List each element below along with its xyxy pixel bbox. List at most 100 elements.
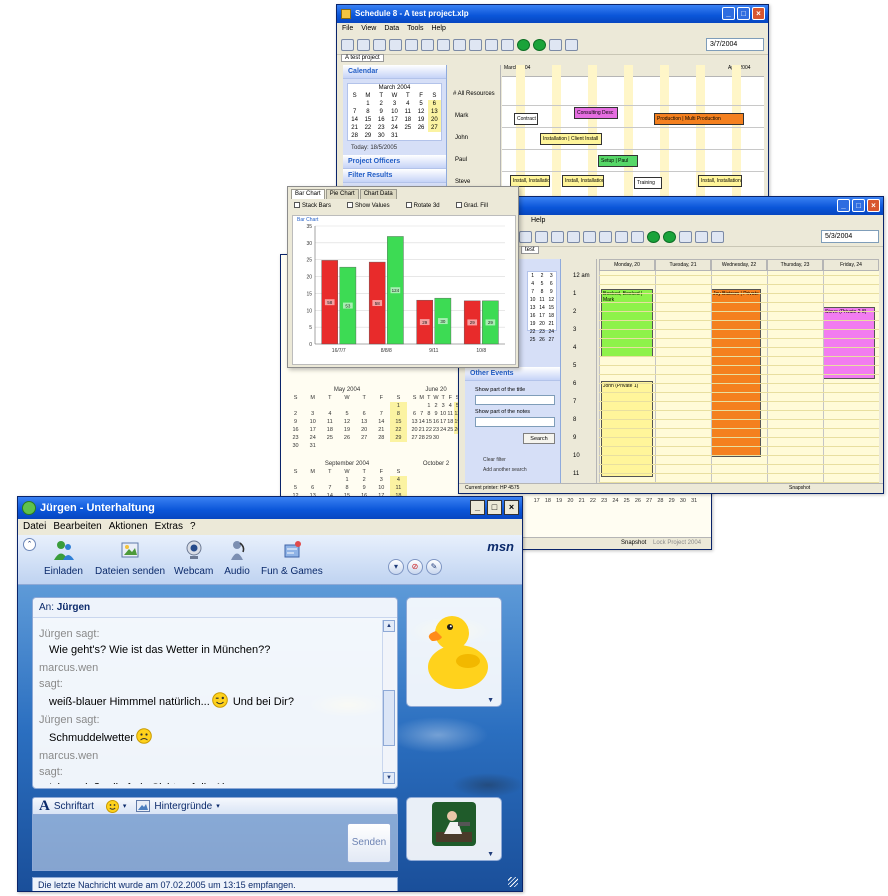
menu-tools[interactable]: Tools [407, 23, 423, 35]
calendar-day[interactable]: 10 [373, 484, 390, 492]
calendar-day[interactable]: 9 [356, 484, 373, 492]
calendar-day[interactable]: 17 [304, 426, 321, 434]
calendar-day[interactable]: 22 [425, 426, 432, 434]
webcam-button[interactable]: Webcam [174, 539, 213, 577]
menu-aktionen[interactable]: Aktionen [109, 519, 148, 535]
calendar-day[interactable]: 21 [547, 320, 556, 328]
calendar-day[interactable]: 17 [537, 312, 546, 320]
list-icon[interactable] [551, 230, 564, 243]
backgrounds-button[interactable]: Hintergründe [154, 801, 212, 812]
calendar-day[interactable]: 1 [361, 100, 374, 108]
emoticon-dropdown-icon[interactable]: ▾ [123, 802, 127, 810]
calendar-day[interactable]: 21 [418, 426, 425, 434]
calendar-day[interactable]: 19 [528, 320, 537, 328]
calendar-day[interactable]: 25 [528, 336, 537, 344]
calendar-day[interactable]: 26 [414, 124, 427, 132]
calendar-day[interactable]: 27 [356, 434, 373, 442]
calendar-day[interactable]: 26 [632, 497, 643, 505]
send-button[interactable]: Senden [347, 823, 391, 863]
gantt-task[interactable]: Contract [514, 113, 538, 125]
panel-section-officers[interactable]: Project Officers [343, 155, 446, 169]
mini-calendar-grid[interactable]: 1 2 3 4 5 6 7 8 9 10 11 12 13 14 15 16 17 18 19 20 21 22 23 24 2… [528, 272, 556, 344]
calendar-day[interactable]: 14 [418, 418, 425, 426]
calendar-day[interactable]: 1 [338, 476, 355, 484]
calendar-day[interactable]: 14 [373, 418, 390, 426]
calendar-day[interactable]: 30 [677, 497, 688, 505]
calendar-day[interactable]: 16 [432, 418, 439, 426]
calendar-day[interactable]: 3 [440, 402, 447, 410]
calendar-day[interactable]: 15 [389, 418, 407, 426]
calendar-day[interactable]: 29 [666, 497, 677, 505]
gantt-task[interactable]: Training [634, 177, 662, 189]
minimize-button[interactable]: _ [470, 500, 485, 515]
panel-header[interactable]: Other Events [465, 367, 560, 381]
calendar-day[interactable]: 30 [287, 442, 304, 450]
audio-button[interactable]: Audio [224, 539, 250, 577]
emoticon-icon[interactable] [105, 799, 119, 813]
menu-help[interactable]: Help [531, 215, 545, 227]
calendar-day[interactable]: 18 [447, 418, 454, 426]
calendar-day[interactable]: 4 [389, 476, 407, 484]
tab-pie-chart[interactable]: Pie Chart [325, 189, 359, 199]
calendar-day[interactable]: 11 [401, 108, 414, 116]
calendar-day[interactable]: 24 [440, 426, 447, 434]
calendar-day[interactable]: 19 [338, 426, 355, 434]
calendar-day[interactable]: 4 [447, 402, 454, 410]
view-gantt-icon[interactable] [535, 230, 548, 243]
print-icon[interactable] [565, 38, 578, 51]
calendar-day[interactable]: 25 [321, 434, 338, 442]
gantt-task[interactable]: Setup | Paul [598, 155, 638, 167]
print-icon[interactable] [695, 230, 708, 243]
calendar-day[interactable]: 29 [361, 132, 374, 140]
date-picker[interactable]: 3/7/2004 [706, 38, 764, 51]
view-day-icon[interactable] [373, 38, 386, 51]
calendar-day[interactable]: 1 [528, 272, 537, 280]
calendar-day[interactable]: 11 [389, 484, 407, 492]
calendar-day[interactable]: 27 [427, 124, 441, 132]
panel-section-filter[interactable]: Filter Results [343, 169, 446, 183]
calendar-day[interactable]: 13 [427, 108, 441, 116]
calendar-day[interactable]: 2 [356, 476, 373, 484]
forward-icon[interactable] [663, 230, 676, 243]
calendar-day[interactable]: 6 [547, 280, 556, 288]
calendar-day[interactable]: 12 [414, 108, 427, 116]
calendar-day[interactable]: 10 [388, 108, 401, 116]
calendar-day[interactable]: 16 [375, 116, 388, 124]
scroll-thumb[interactable] [383, 690, 395, 746]
maximize-button[interactable]: □ [487, 500, 502, 515]
calendar-day[interactable]: 20 [356, 426, 373, 434]
calendar-day[interactable]: 25 [401, 124, 414, 132]
settings-icon[interactable] [485, 38, 498, 51]
calendar-day[interactable]: 15 [547, 304, 556, 312]
notes-filter-input[interactable] [475, 417, 555, 427]
message-compose-area[interactable]: Senden [32, 815, 398, 871]
calendar-day[interactable]: 29 [389, 434, 407, 442]
back-icon[interactable] [517, 38, 530, 51]
scroll-up-icon[interactable]: ▲ [383, 620, 395, 632]
calendar-day[interactable]: 22 [389, 426, 407, 434]
calendar-day[interactable]: 5 [537, 280, 546, 288]
calendar-day[interactable]: 26 [537, 336, 546, 344]
find-icon[interactable] [679, 230, 692, 243]
send-files-button[interactable]: Dateien senden [95, 539, 165, 577]
gantt-task[interactable]: Install, Installation [698, 175, 742, 187]
filter-icon[interactable] [469, 38, 482, 51]
calendar-day[interactable]: 16 [287, 426, 304, 434]
gantt-task[interactable]: Install, Installation [562, 175, 604, 187]
calendar-day[interactable]: 30 [375, 132, 388, 140]
menu-view[interactable]: View [361, 23, 376, 35]
collapse-icon[interactable]: ⌃ [23, 538, 36, 551]
calendar-day[interactable]: 31 [304, 442, 321, 450]
calendar-day[interactable]: 26 [338, 434, 355, 442]
back-icon[interactable] [647, 230, 660, 243]
today-label[interactable]: Today: 18/5/2005 [343, 145, 446, 151]
calendar-day[interactable]: 21 [373, 426, 390, 434]
view-gantt-icon[interactable] [421, 38, 434, 51]
calendar-day[interactable]: 28 [655, 497, 666, 505]
calendar-day[interactable]: 9 [375, 108, 388, 116]
tools-icon[interactable] [631, 230, 644, 243]
fun-games-button[interactable]: Fun & Games [261, 539, 323, 577]
calendar-day[interactable]: 24 [547, 328, 556, 336]
calendar-day[interactable]: 13 [528, 304, 537, 312]
calendar-day[interactable]: 5 [287, 484, 304, 492]
